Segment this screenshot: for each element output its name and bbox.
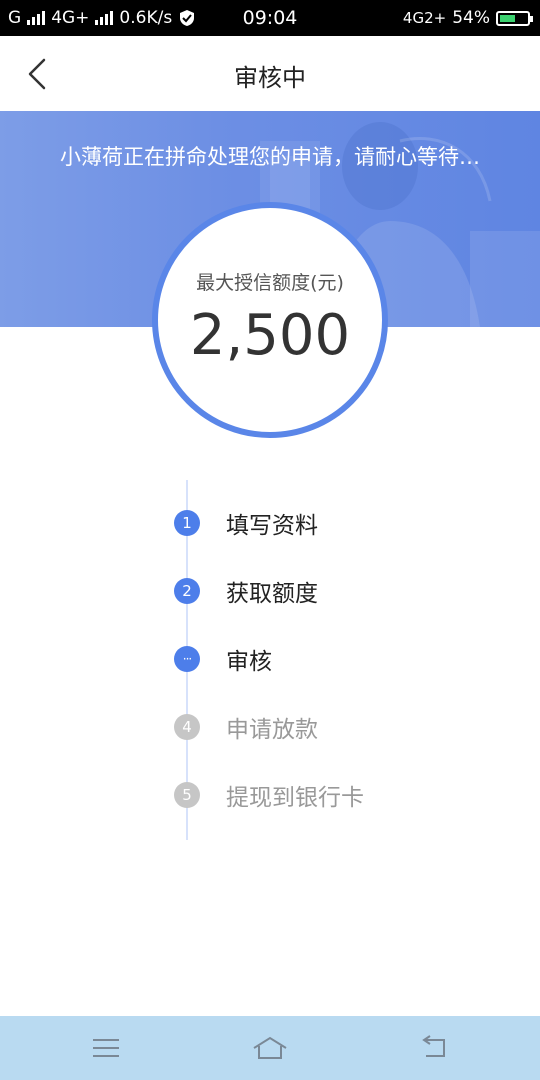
step-number-badge: 2 [174, 578, 200, 604]
step-label: 填写资料 [226, 513, 318, 539]
step-item-apply-loan: 4 申请放款 [174, 712, 318, 743]
home-icon [253, 1036, 287, 1059]
step-number-badge: 1 [174, 510, 200, 536]
progress-steps: 1 填写资料 2 获取额度 ··· 审核 4 申请放款 5 提现到银行卡 [0, 480, 540, 840]
banner-message: 小薄荷正在拼命处理您的申请，请耐心等待… [60, 145, 480, 169]
step-number-badge: 5 [174, 782, 200, 808]
battery-icon [496, 10, 533, 26]
status-bar: G 4G+ 0.6K/s 09:04 4G2+ 54% [0, 0, 540, 36]
network-right-label: 4G2+ [402, 9, 447, 27]
step-label: 提现到银行卡 [226, 785, 364, 811]
step-label: 审核 [226, 649, 272, 675]
header: 审核中 [0, 36, 540, 112]
menu-button[interactable] [86, 1030, 126, 1066]
step-label: 获取额度 [226, 581, 318, 607]
menu-icon [93, 1039, 119, 1057]
step-item-get-limit: 2 获取额度 [174, 576, 318, 607]
battery-percent: 54% [452, 8, 490, 28]
page-title: 审核中 [234, 64, 306, 92]
in-progress-ellipsis-icon: ··· [174, 646, 200, 672]
back-arrow-icon [422, 1035, 445, 1057]
system-nav-bar [0, 1016, 540, 1080]
credit-limit-label: 最大授信额度(元) [196, 272, 344, 294]
system-back-button[interactable] [414, 1030, 454, 1066]
step-item-fill-info: 1 填写资料 [174, 508, 318, 539]
credit-limit-amount: 2,500 [189, 303, 351, 368]
home-button[interactable] [250, 1030, 290, 1066]
step-number-badge: 4 [174, 714, 200, 740]
status-right: 4G2+ 54% [402, 8, 533, 28]
step-item-withdraw: 5 提现到银行卡 [174, 780, 364, 811]
step-item-review: ··· 审核 [174, 644, 272, 675]
step-label: 申请放款 [226, 717, 318, 743]
credit-limit-circle: 最大授信额度(元) 2,500 [152, 202, 388, 438]
